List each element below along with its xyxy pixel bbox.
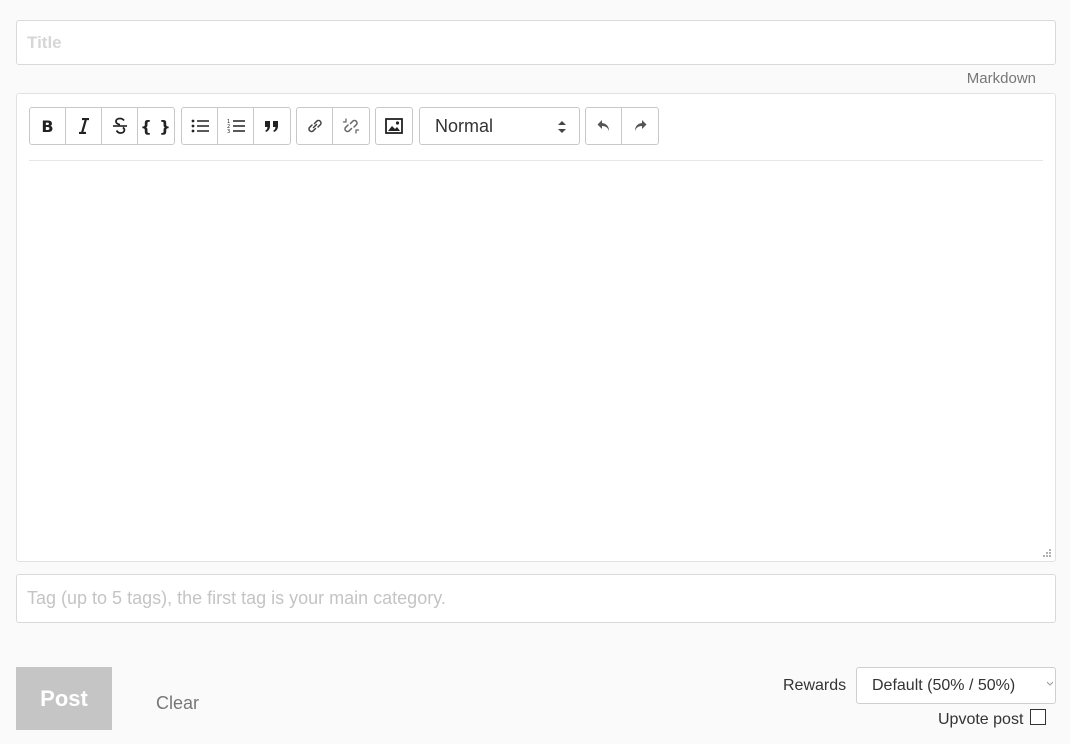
quote-icon	[265, 121, 278, 132]
unlink-icon	[342, 118, 360, 134]
strikethrough-button[interactable]	[102, 108, 138, 144]
upvote-post-checkbox[interactable]	[1030, 709, 1046, 725]
history-group	[585, 107, 659, 145]
numbered-list-icon: 1 2 3	[227, 119, 245, 134]
clear-button[interactable]: Clear	[156, 693, 199, 714]
code-icon: { }	[140, 116, 172, 136]
title-input[interactable]	[16, 20, 1056, 65]
code-button[interactable]: { }	[138, 108, 174, 144]
bullet-list-icon	[191, 119, 209, 133]
editor-text-area[interactable]	[29, 164, 1043, 553]
unlink-button[interactable]	[333, 108, 369, 144]
chevron-down-icon	[1047, 681, 1053, 686]
list-group: 1 2 3	[181, 107, 291, 145]
format-select[interactable]: Normal	[419, 107, 580, 145]
italic-icon	[78, 118, 89, 134]
bold-button[interactable]: B	[30, 108, 66, 144]
resize-handle-icon[interactable]	[1042, 548, 1052, 558]
italic-button[interactable]	[66, 108, 102, 144]
image-group	[375, 107, 413, 145]
link-button[interactable]	[297, 108, 333, 144]
bold-icon: B	[41, 116, 54, 136]
editor-toolbar: B { } 1 2 3 Normal	[29, 107, 1043, 161]
editor-container: B { } 1 2 3 Normal	[16, 93, 1056, 562]
quote-button[interactable]	[254, 108, 290, 144]
rewards-select-value: Default (50% / 50%)	[872, 676, 1016, 694]
bullet-list-button[interactable]	[182, 108, 218, 144]
redo-icon	[635, 120, 647, 131]
svg-text:3: 3	[227, 129, 230, 134]
markdown-toggle-link[interactable]: Markdown	[967, 70, 1036, 87]
upvote-post-label: Upvote post	[938, 711, 1024, 728]
rewards-label: Rewards	[783, 677, 847, 694]
undo-button[interactable]	[586, 108, 622, 144]
format-select-value: Normal	[435, 115, 494, 136]
post-button[interactable]: Post	[16, 667, 112, 730]
redo-button[interactable]	[622, 108, 658, 144]
tags-input[interactable]	[16, 574, 1056, 623]
rewards-select[interactable]: Default (50% / 50%)	[856, 667, 1056, 704]
link-group	[296, 107, 370, 145]
image-icon	[385, 118, 403, 134]
link-icon	[307, 119, 322, 133]
numbered-list-button[interactable]: 1 2 3	[218, 108, 254, 144]
select-arrows-icon	[558, 121, 566, 133]
strikethrough-icon	[112, 117, 127, 134]
text-style-group: B { }	[29, 107, 175, 145]
image-button[interactable]	[376, 108, 412, 144]
undo-icon	[597, 120, 609, 131]
